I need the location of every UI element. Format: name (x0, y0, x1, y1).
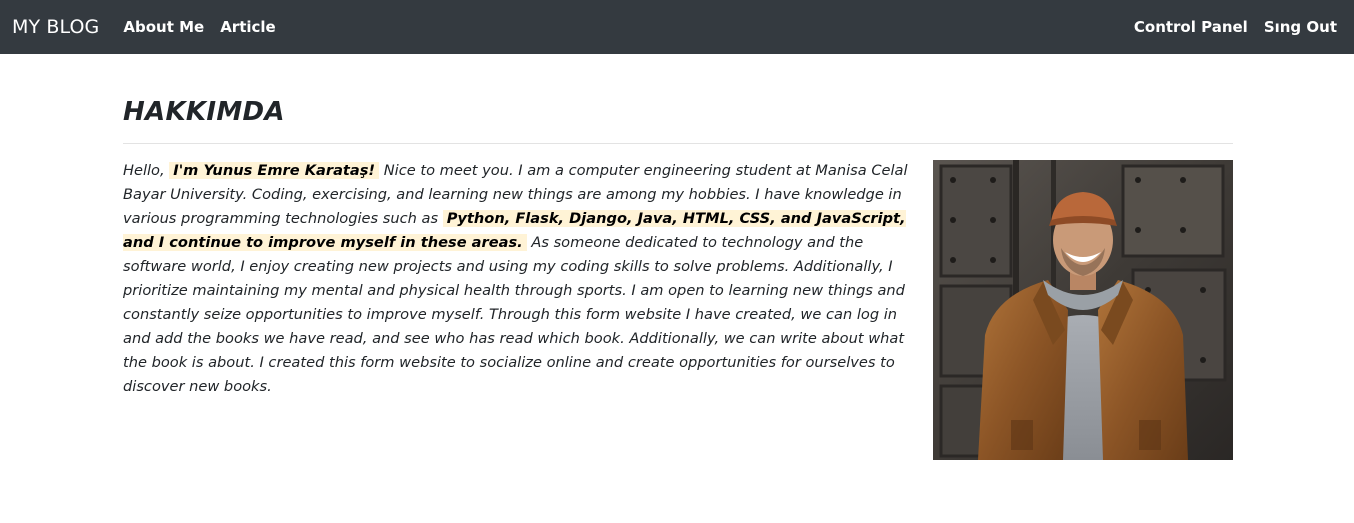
about-paragraph: Hello, I'm Yunus Emre Karataş! Nice to m… (123, 159, 923, 399)
nav-link-about-me[interactable]: About Me (123, 18, 204, 36)
nav-link-sign-out[interactable]: Sıng Out (1264, 18, 1337, 36)
about-row: Hello, I'm Yunus Emre Karataş! Nice to m… (123, 160, 1233, 460)
divider (123, 143, 1233, 144)
top-navbar: MY BLOG About Me Article Control Panel S… (0, 0, 1354, 54)
nav-link-control-panel[interactable]: Control Panel (1134, 18, 1248, 36)
main-container: HAKKIMDA Hello, I'm Yunus Emre Karataş! … (123, 54, 1233, 460)
about-text-part1: Hello, (123, 162, 165, 179)
page-title: HAKKIMDA (123, 97, 285, 127)
profile-photo (933, 160, 1233, 460)
brand-link[interactable]: MY BLOG (12, 16, 99, 38)
name-highlight: I'm Yunus Emre Karataş! (169, 162, 380, 179)
about-text-part3: As someone dedicated to technology and t… (123, 234, 905, 395)
nav-right-group: Control Panel Sıng Out (1118, 18, 1337, 36)
nav-link-article[interactable]: Article (220, 18, 276, 36)
